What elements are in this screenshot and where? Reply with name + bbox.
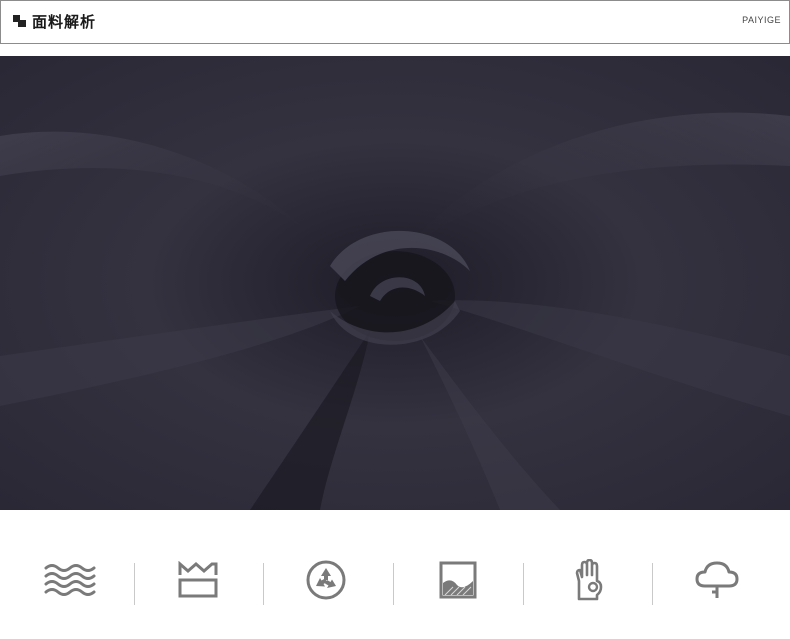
water-waves-icon: [44, 564, 96, 596]
feature-landscape: [408, 545, 508, 615]
section-header: 面料解析 PAIYIGE: [0, 0, 790, 44]
feature-water-waves: [20, 545, 120, 615]
fabric-swirl-image: [0, 56, 790, 510]
breathable-layer-icon: [178, 561, 218, 598]
feature-icon-bar: [0, 545, 790, 615]
feature-hand-touch: [538, 545, 638, 615]
feature-breathable: [148, 545, 248, 615]
feature-divider: [393, 563, 394, 605]
brand-name: PAIYIGE: [742, 15, 781, 25]
recycle-icon: [306, 560, 346, 600]
hand-touch-icon: [575, 559, 603, 601]
feature-divider: [134, 563, 135, 605]
landscape-image-icon: [439, 561, 477, 599]
feature-divider: [652, 563, 653, 605]
section-marker-icon: [13, 15, 26, 27]
cloud-light-icon: [695, 561, 739, 598]
fabric-photo: [0, 56, 790, 510]
section-title: 面料解析: [32, 13, 97, 31]
feature-cloud-light: [667, 545, 767, 615]
feature-divider: [263, 563, 264, 605]
feature-divider: [523, 563, 524, 605]
feature-recycle: [276, 545, 376, 615]
